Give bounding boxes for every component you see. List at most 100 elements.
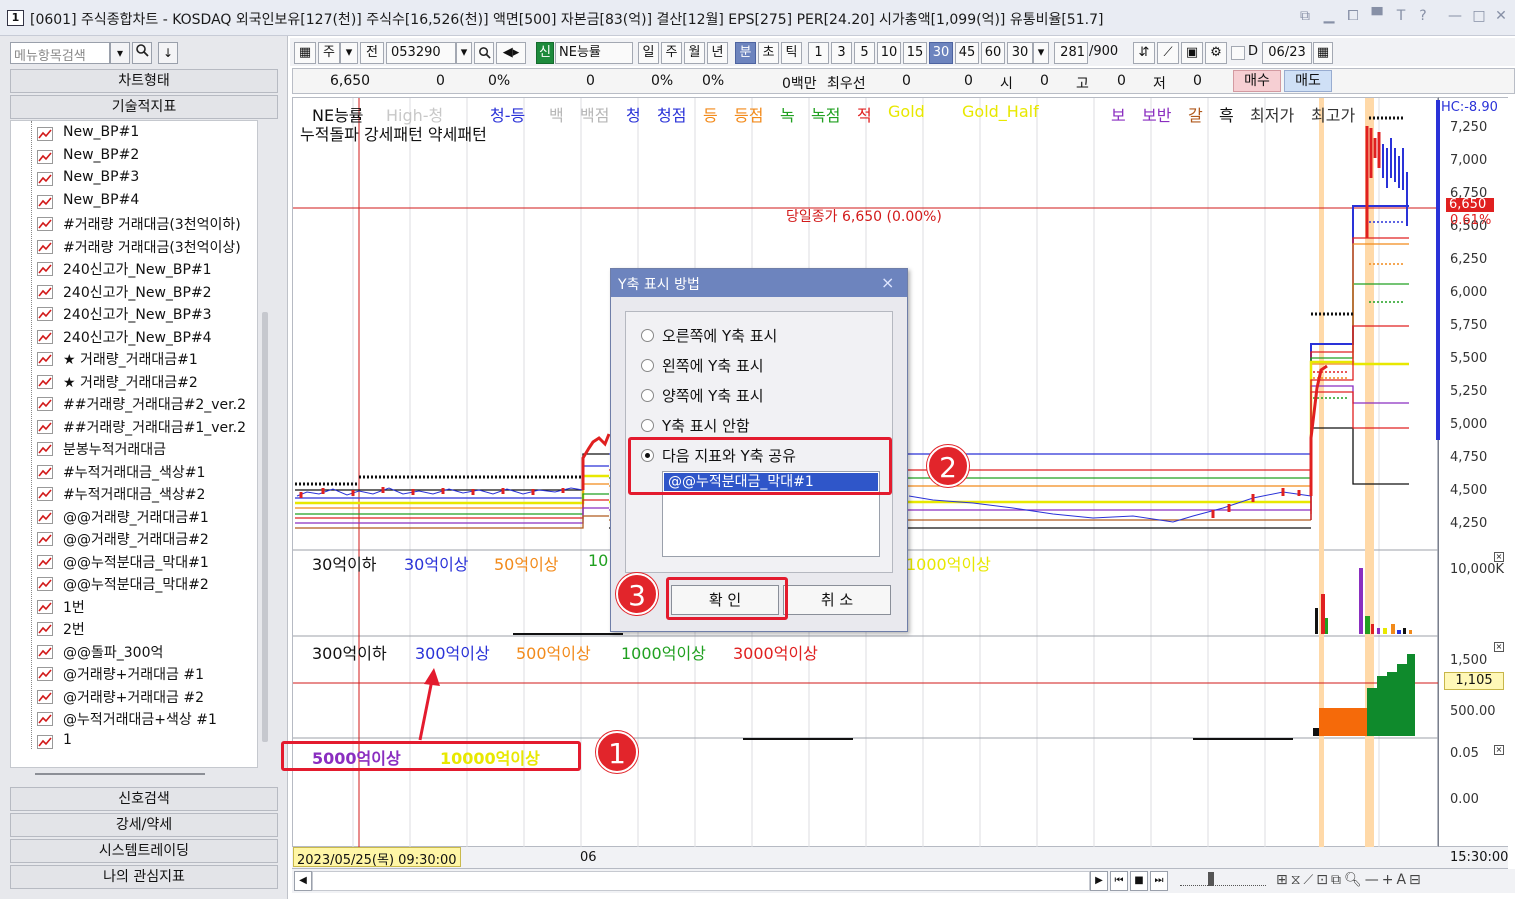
indicator-item[interactable]: New_BP#3 [11,168,257,190]
option-both-axis[interactable]: 양쪽에 Y축 표시 [641,385,764,406]
period-second[interactable]: 초 [758,42,779,64]
indicator-item[interactable]: @거래량+거래대금 #1 [11,663,257,685]
week-button[interactable]: 주 [318,42,340,64]
sell-button[interactable]: 매도 [1284,70,1332,92]
calendar-icon[interactable]: ▦ [1313,42,1333,64]
zoom-slider[interactable] [1180,878,1266,886]
indicator-item[interactable]: @@누적분대금_막대#1 [11,551,257,573]
indicator-item[interactable]: #누적거래대금_색상#2 [11,483,257,505]
radio-icon[interactable] [641,329,654,342]
indicator-item[interactable]: #누적거래대금_색상#1 [11,461,257,483]
indicator-item[interactable]: ##거래량_거래대금#2_ver.2 [11,393,257,415]
search-icon[interactable] [474,42,494,64]
search-icon[interactable] [132,42,152,64]
indicator-item[interactable]: @@거래량_거래대금#1 [11,506,257,528]
period-year[interactable]: 년 [707,42,728,64]
buy-button[interactable]: 매수 [1233,70,1281,92]
period-day[interactable]: 일 [638,42,659,64]
count-input[interactable]: 281 [1054,42,1088,64]
minimize-all-icon[interactable]: ▁ [1320,8,1338,26]
tile-icon[interactable]: ⧉ [1296,8,1314,26]
date-checkbox[interactable] [1231,46,1245,60]
indicator-item[interactable]: 240신고가_New_BP#2 [11,281,257,303]
indicator-item[interactable]: New_BP#4 [11,191,257,213]
font-icon[interactable]: T [1392,8,1410,26]
interval-45[interactable]: 45 [955,42,979,64]
fast-forward-icon[interactable]: ⏭ [1150,871,1168,891]
scroll-left-icon[interactable]: ◀ [294,871,312,891]
menu-search-input[interactable]: 메뉴항목검색 [10,42,110,64]
interval-60[interactable]: 60 [981,42,1005,64]
interval-3[interactable]: 3 [831,42,852,64]
option-right-axis[interactable]: 오른쪽에 Y축 표시 [641,325,777,346]
radio-icon[interactable] [641,419,654,432]
rewind-icon[interactable]: ⏮ [1110,871,1128,891]
maximize-button[interactable]: □ [1470,8,1488,26]
chart-type-button[interactable]: 차트형태 [10,69,278,93]
dialog-close-icon[interactable]: × [881,273,894,292]
panel-splitter[interactable] [35,773,205,775]
indicator-item[interactable]: New_BP#1 [11,123,257,145]
restore-icon[interactable]: ⧠ [1344,8,1362,26]
period-minute[interactable]: 분 [735,42,756,64]
stock-name-field[interactable]: NE능률 [555,42,633,64]
scroll-right-icon[interactable]: ▶ [1090,871,1108,891]
indicator-item[interactable]: 240신고가_New_BP#1 [11,258,257,280]
indicator-item[interactable]: 1번 [11,596,257,618]
help-icon[interactable]: ? [1414,8,1432,26]
option-left-axis[interactable]: 왼쪽에 Y축 표시 [641,355,764,376]
period-week[interactable]: 주 [661,42,682,64]
interval-30[interactable]: 30 [929,42,953,64]
indicator-item[interactable]: 2번 [11,618,257,640]
close-button[interactable]: ✕ [1492,8,1510,26]
indicator-item[interactable]: New_BP#2 [11,146,257,168]
period-tick[interactable]: 틱 [781,42,802,64]
interval-select[interactable]: 30 [1007,42,1033,64]
draw-icon[interactable]: ⟋ [1157,42,1179,64]
stock-code-input[interactable]: 053290 [386,42,456,64]
date-input[interactable]: 06/23 [1262,42,1312,64]
interval-dropdown-icon[interactable]: ▾ [1033,42,1049,64]
download-icon[interactable]: ↓ [158,42,178,64]
period-month[interactable]: 월 [684,42,705,64]
pane4-close-icon[interactable]: × [1494,745,1504,755]
indicator-item[interactable]: 240신고가_New_BP#3 [11,303,257,325]
pin-icon[interactable]: ▀ [1368,8,1386,26]
cancel-button[interactable]: 취 소 [783,585,891,615]
zoom-slider-handle[interactable] [1208,872,1214,886]
interval-1[interactable]: 1 [808,42,829,64]
interval-5[interactable]: 5 [854,42,875,64]
indicator-item[interactable]: 분봉누적거래대금 [11,438,257,460]
pane3-close-icon[interactable]: × [1494,642,1504,652]
week-dropdown-icon[interactable]: ▾ [340,42,358,64]
interval-15[interactable]: 15 [903,42,927,64]
stop-icon[interactable]: ■ [1130,871,1148,891]
indicator-item[interactable]: @@거래량_거래대금#2 [11,528,257,550]
code-dropdown-icon[interactable]: ▾ [456,42,472,64]
indicator-item[interactable]: @누적거래대금+색상 #1 [11,708,257,730]
sound-icon[interactable]: ◀▸ [496,42,526,64]
my-indicator-button[interactable]: 나의 관심지표 [10,865,278,889]
dropdown-icon[interactable]: ▾ [110,42,130,64]
radio-icon[interactable] [641,359,654,372]
indicator-item[interactable]: @@누적분대금_막대#2 [11,573,257,595]
indicator-item[interactable]: ★ 거래량_거래대금#2 [11,371,257,393]
strength-weakness-button[interactable]: 강세/약세 [10,813,278,837]
indicator-item[interactable]: 240신고가_New_BP#4 [11,326,257,348]
indicator-item[interactable]: 1 [11,731,257,753]
system-trading-button[interactable]: 시스템트레이딩 [10,839,278,863]
indicator-item[interactable]: #거래량 거래대금(3천억이상) [11,236,257,258]
indicator-item[interactable]: #거래량 거래대금(3천억이하) [11,213,257,235]
radio-icon[interactable] [641,389,654,402]
prev-button[interactable]: 전 [360,42,384,64]
signal-search-button[interactable]: 신호검색 [10,787,278,811]
interval-10[interactable]: 10 [877,42,901,64]
layout-icon[interactable]: ▦ [294,42,316,64]
minimize-button[interactable]: — [1446,8,1464,26]
gear-icon[interactable]: ⚙ [1205,42,1227,64]
indicator-item[interactable]: @@돌파_300억 [11,641,257,663]
pane2-close-icon[interactable]: × [1494,552,1504,562]
compare-icon[interactable]: ⇵ [1133,42,1155,64]
indicator-scrollbar[interactable] [262,312,268,742]
save-icon[interactable]: ▣ [1181,42,1203,64]
